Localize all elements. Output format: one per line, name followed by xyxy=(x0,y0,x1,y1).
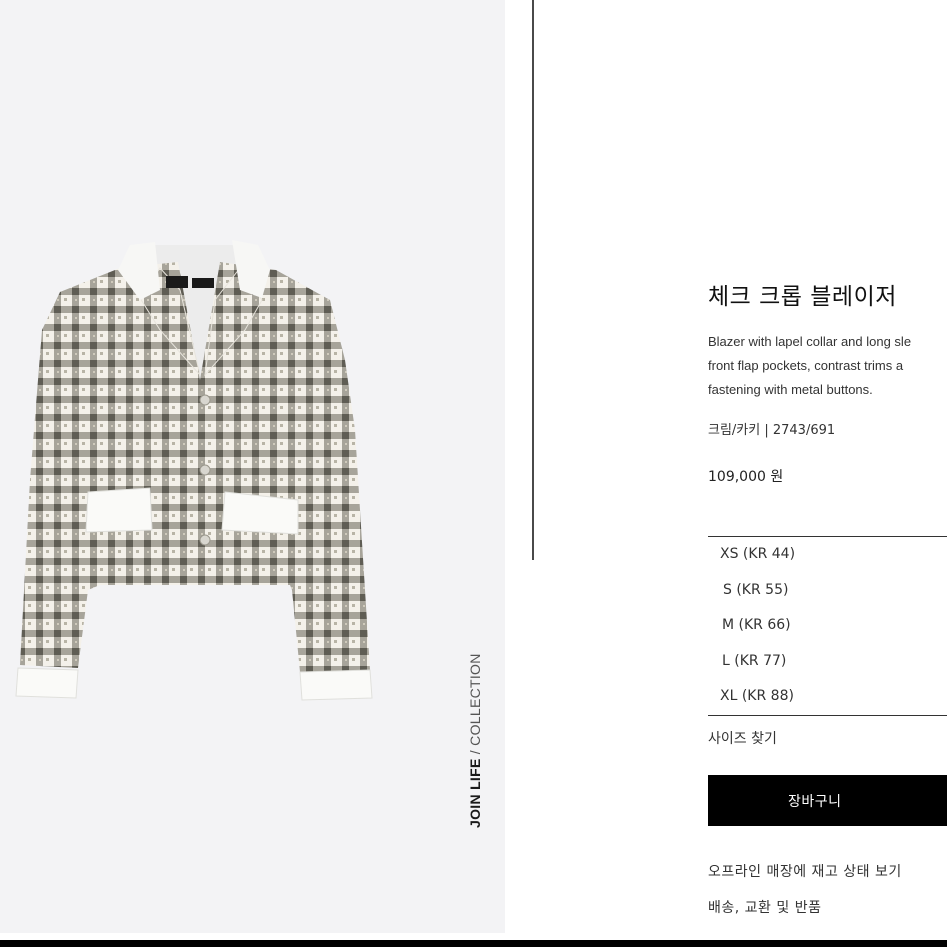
bottom-bar xyxy=(0,940,947,947)
product-title: 체크 크롭 블레이저 xyxy=(708,284,897,310)
product-image-panel[interactable]: JOIN LIFE / COLLECTION xyxy=(0,0,505,933)
size-option-m[interactable]: M (KR 66) xyxy=(708,608,947,644)
add-to-cart-button[interactable]: 장바구니 xyxy=(708,775,947,826)
size-option-xs[interactable]: XS (KR 44) xyxy=(708,537,947,573)
size-option-s[interactable]: S (KR 55) xyxy=(708,573,947,609)
product-image-jacket xyxy=(15,240,373,701)
store-stock-link[interactable]: 오프라인 매장에 재고 상태 보기 xyxy=(708,861,902,881)
caption-join-life: JOIN LIFE xyxy=(467,758,483,828)
product-color-code: 크림/카키 | 2743/691 xyxy=(708,423,836,438)
size-option-xl[interactable]: XL (KR 88) xyxy=(708,679,947,715)
product-price: 109,000 원 xyxy=(708,469,784,485)
size-option-l[interactable]: L (KR 77) xyxy=(708,644,947,680)
product-info-panel: 체크 크롭 블레이저 Blazer with lapel collar and … xyxy=(708,0,947,933)
size-finder-link[interactable]: 사이즈 찾기 xyxy=(708,728,777,748)
size-selector: XS (KR 44) S (KR 55) M (KR 66) L (KR 77)… xyxy=(708,536,947,716)
description-line: Blazer with lapel collar and long sle xyxy=(708,334,912,349)
collection-caption: JOIN LIFE / COLLECTION xyxy=(467,648,487,828)
caption-collection: / COLLECTION xyxy=(467,653,483,759)
description-line: fastening with metal buttons. xyxy=(708,382,873,397)
product-description: Blazer with lapel collar and long sle fr… xyxy=(708,330,947,402)
shipping-returns-link[interactable]: 배송, 교환 및 반품 xyxy=(708,897,821,917)
panel-divider xyxy=(532,0,534,560)
description-line: front flap pockets, contrast trims a xyxy=(708,358,904,373)
